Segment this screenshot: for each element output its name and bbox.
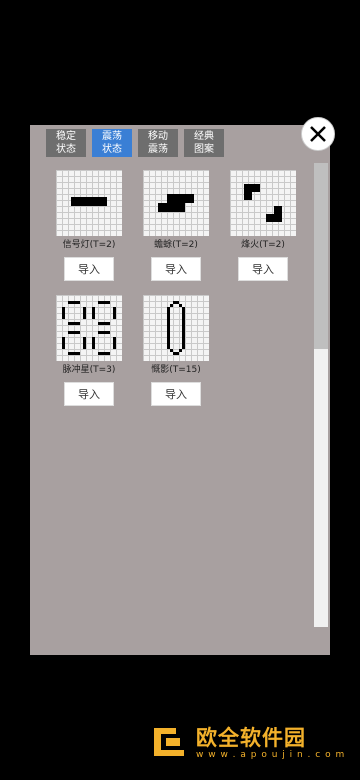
pattern-label: 烽火(T=2) [241, 240, 285, 250]
pattern-preview [230, 170, 296, 236]
blinker-pattern-icon [71, 197, 107, 206]
tab-classic[interactable]: 经典 图案 [184, 129, 224, 157]
pattern-preview [56, 295, 122, 361]
toad-pattern-icon [158, 194, 194, 212]
beacon-pattern-icon [244, 184, 282, 222]
close-icon [310, 126, 326, 142]
pattern-item-pulsar: 脉冲星(T=3) 导入 [44, 295, 134, 406]
scrollbar-thumb[interactable] [314, 349, 328, 627]
import-button[interactable]: 导入 [151, 257, 201, 281]
watermark: 欧全软件园 w w w . a p o u j i n . c o m [150, 720, 345, 760]
pattern-item-pentadecathlon: 慨影(T=15) 导入 [131, 295, 221, 406]
pattern-preview [143, 295, 209, 361]
pattern-dialog: 稳定 状态 震荡 状态 移动 震荡 经典 图案 信号灯(T=2) 导入 蟾蜍(T… [30, 125, 330, 655]
import-button[interactable]: 导入 [64, 257, 114, 281]
pattern-label: 慨影(T=15) [151, 365, 201, 375]
watermark-url: w w w . a p o u j i n . c o m [196, 750, 346, 760]
pattern-label: 脉冲星(T=3) [62, 365, 116, 375]
import-button[interactable]: 导入 [151, 382, 201, 406]
watermark-text: 欧全软件园 [196, 726, 306, 750]
import-button[interactable]: 导入 [238, 257, 288, 281]
tab-stable[interactable]: 稳定 状态 [46, 129, 86, 157]
pattern-preview [56, 170, 122, 236]
pattern-label: 信号灯(T=2) [62, 240, 116, 250]
tab-oscillating[interactable]: 震荡 状态 [92, 129, 132, 157]
pattern-item-beacon: 烽火(T=2) 导入 [218, 170, 308, 281]
import-button[interactable]: 导入 [64, 382, 114, 406]
pattern-item-blinker: 信号灯(T=2) 导入 [44, 170, 134, 281]
pattern-item-toad: 蟾蜍(T=2) 导入 [131, 170, 221, 281]
close-button[interactable] [301, 117, 335, 151]
pentadecathlon-pattern-icon [167, 301, 185, 355]
tab-moving[interactable]: 移动 震荡 [138, 129, 178, 157]
tab-bar: 稳定 状态 震荡 状态 移动 震荡 经典 图案 [46, 129, 224, 157]
pulsar-pattern-icon [62, 301, 116, 355]
watermark-logo-icon [154, 728, 184, 756]
pattern-label: 蟾蜍(T=2) [154, 240, 198, 250]
pattern-preview [143, 170, 209, 236]
